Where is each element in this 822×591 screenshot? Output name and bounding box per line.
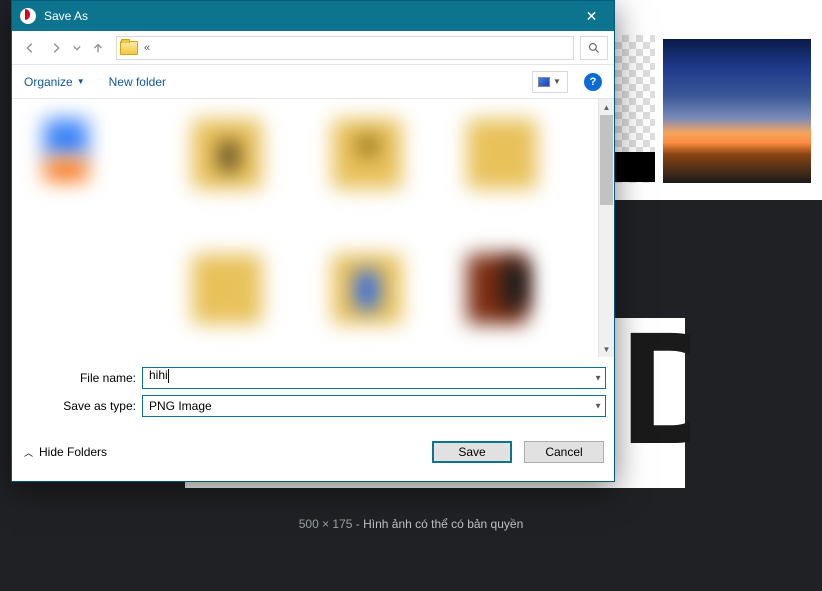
image-dimensions: 500 × 175 bbox=[299, 517, 353, 531]
back-icon bbox=[23, 41, 37, 55]
titlebar: Save As ✕ bbox=[12, 1, 614, 31]
scrollbar-thumb[interactable] bbox=[600, 115, 613, 205]
hide-folders-button[interactable]: ︿ Hide Folders bbox=[24, 445, 107, 459]
filetype-row: Save as type: PNG Image ▼ bbox=[20, 395, 606, 417]
copyright-notice: Hình ảnh có thể có bản quyền bbox=[363, 517, 523, 531]
scroll-up-icon[interactable]: ▲ bbox=[599, 99, 614, 115]
scrollbar[interactable]: ▲ ▼ bbox=[598, 99, 614, 357]
file-item[interactable] bbox=[502, 261, 528, 309]
text-cursor bbox=[168, 369, 169, 383]
save-label: Save bbox=[458, 445, 485, 459]
folder-icon bbox=[120, 41, 138, 55]
large-letter: D bbox=[620, 318, 690, 488]
back-button[interactable] bbox=[18, 36, 42, 60]
file-item[interactable] bbox=[357, 135, 379, 157]
cancel-button[interactable]: Cancel bbox=[524, 441, 604, 463]
breadcrumb[interactable]: « bbox=[116, 36, 574, 60]
new-folder-button[interactable]: New folder bbox=[109, 75, 166, 89]
up-button[interactable] bbox=[86, 36, 110, 60]
file-item[interactable] bbox=[44, 119, 88, 157]
help-button[interactable]: ? bbox=[584, 73, 602, 91]
file-list-area[interactable]: ▲ ▼ bbox=[12, 99, 614, 357]
close-icon: ✕ bbox=[586, 8, 598, 25]
transparency-black bbox=[615, 152, 655, 182]
chevron-down-icon: ▼ bbox=[77, 77, 85, 86]
filename-row: File name: hihi ▼ bbox=[20, 367, 606, 389]
organize-button[interactable]: Organize ▼ bbox=[24, 75, 85, 89]
cancel-label: Cancel bbox=[545, 445, 582, 459]
file-item[interactable] bbox=[220, 141, 238, 171]
search-button[interactable] bbox=[580, 36, 608, 60]
filetype-select[interactable]: PNG Image bbox=[142, 395, 606, 417]
filetype-label: Save as type: bbox=[20, 399, 142, 413]
save-as-dialog: Save As ✕ « Organize ▼ New fo bbox=[11, 0, 615, 482]
sunset-thumbnail[interactable] bbox=[663, 39, 811, 183]
chevron-down-icon: ▼ bbox=[553, 77, 561, 86]
filename-input[interactable]: hihi bbox=[142, 367, 606, 389]
forward-button[interactable] bbox=[44, 36, 68, 60]
image-info-bar: 500 × 175 - Hình ảnh có thể có bản quyền bbox=[0, 517, 822, 531]
organize-label: Organize bbox=[24, 75, 73, 89]
view-mode-button[interactable]: ▼ bbox=[532, 71, 568, 93]
search-icon bbox=[588, 42, 600, 54]
chevron-down-icon bbox=[73, 44, 81, 52]
dialog-footer: ︿ Hide Folders Save Cancel bbox=[12, 431, 614, 467]
file-item[interactable] bbox=[356, 271, 378, 309]
chevron-up-icon: ︿ bbox=[24, 446, 33, 459]
close-button[interactable]: ✕ bbox=[569, 1, 614, 31]
new-folder-label: New folder bbox=[109, 75, 166, 89]
file-item[interactable] bbox=[467, 119, 537, 189]
breadcrumb-chevron: « bbox=[144, 42, 150, 54]
hide-folders-label: Hide Folders bbox=[39, 445, 107, 459]
recent-dropdown[interactable] bbox=[70, 36, 84, 60]
save-button[interactable]: Save bbox=[432, 441, 512, 463]
toolbar: Organize ▼ New folder ▼ ? bbox=[12, 65, 614, 99]
file-item[interactable] bbox=[192, 254, 262, 324]
dialog-title: Save As bbox=[44, 9, 569, 23]
yandex-icon bbox=[20, 8, 36, 24]
filename-label: File name: bbox=[20, 371, 142, 385]
help-icon: ? bbox=[590, 76, 597, 88]
up-icon bbox=[91, 41, 105, 55]
forward-icon bbox=[49, 41, 63, 55]
form-area: File name: hihi ▼ Save as type: PNG Imag… bbox=[12, 357, 614, 431]
scroll-down-icon[interactable]: ▼ bbox=[599, 341, 614, 357]
view-mode-icon bbox=[539, 78, 549, 86]
separator: - bbox=[352, 517, 363, 531]
file-item[interactable] bbox=[44, 159, 88, 181]
navigation-row: « bbox=[12, 31, 614, 65]
